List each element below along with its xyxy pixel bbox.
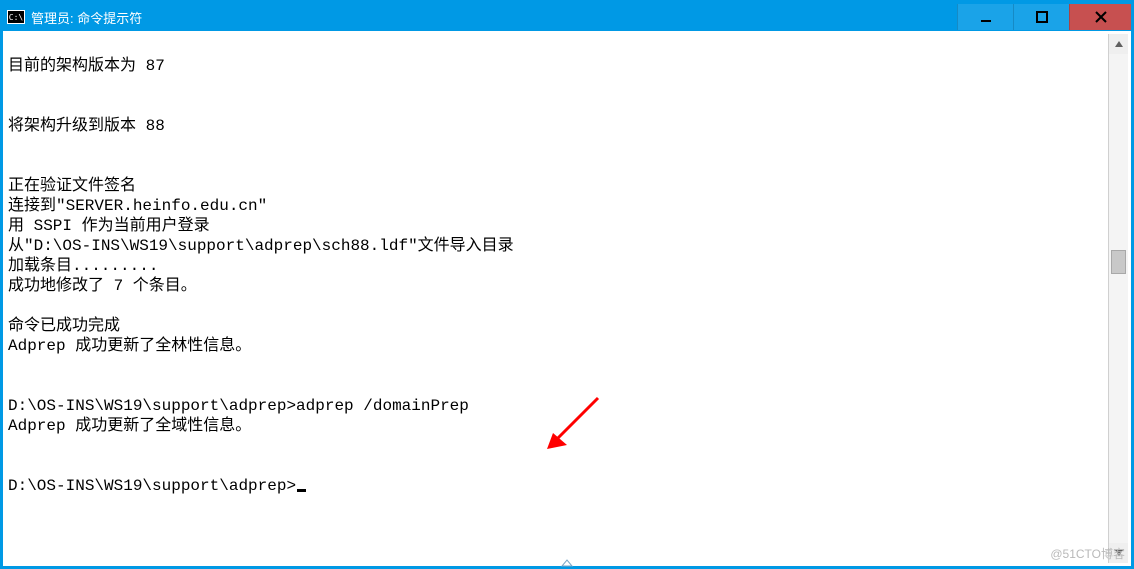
- scroll-up-button[interactable]: [1109, 34, 1128, 54]
- console-line: Adprep 成功更新了全域性信息。: [8, 416, 1104, 436]
- minimize-button[interactable]: [957, 4, 1013, 30]
- console-line: 连接到"SERVER.heinfo.edu.cn": [8, 196, 1104, 216]
- scroll-track[interactable]: [1109, 54, 1128, 543]
- cmd-icon: C:\: [7, 10, 25, 24]
- text-cursor: [297, 489, 306, 492]
- console-line: D:\OS-INS\WS19\support\adprep>adprep /do…: [8, 396, 1104, 416]
- titlebar[interactable]: C:\ 管理员: 命令提示符: [3, 3, 1131, 31]
- console-line: [8, 156, 1104, 176]
- console-output[interactable]: 目前的架构版本为 87 将架构升级到版本 88 正在验证文件签名连接到"SERV…: [6, 34, 1108, 563]
- console-line: [8, 376, 1104, 396]
- console-line: [8, 36, 1104, 56]
- console-line: 将架构升级到版本 88: [8, 116, 1104, 136]
- console-line: 用 SSPI 作为当前用户登录: [8, 216, 1104, 236]
- console-line: 命令已成功完成: [8, 316, 1104, 336]
- vertical-scrollbar[interactable]: [1108, 34, 1128, 563]
- maximize-button[interactable]: [1013, 4, 1069, 30]
- client-area: 目前的架构版本为 87 将架构升级到版本 88 正在验证文件签名连接到"SERV…: [6, 34, 1128, 563]
- close-button[interactable]: [1069, 4, 1131, 30]
- console-line: Adprep 成功更新了全林性信息。: [8, 336, 1104, 356]
- console-line: [8, 76, 1104, 96]
- console-line: 正在验证文件签名: [8, 176, 1104, 196]
- console-line: 目前的架构版本为 87: [8, 56, 1104, 76]
- console-line: 成功地修改了 7 个条目。: [8, 276, 1104, 296]
- console-line: D:\OS-INS\WS19\support\adprep>: [8, 476, 1104, 496]
- console-line: [8, 96, 1104, 116]
- window-title: 管理员: 命令提示符: [31, 8, 142, 27]
- resize-grip-icon[interactable]: [560, 558, 574, 568]
- console-line: [8, 296, 1104, 316]
- command-prompt-window: C:\ 管理员: 命令提示符 目前的架构版本为 87 将架构升级到版本 88 正…: [0, 0, 1134, 569]
- scroll-thumb[interactable]: [1111, 250, 1126, 274]
- console-line: 从"D:\OS-INS\WS19\support\adprep\sch88.ld…: [8, 236, 1104, 256]
- console-line: 加载条目.........: [8, 256, 1104, 276]
- console-line: [8, 356, 1104, 376]
- console-line: [8, 436, 1104, 456]
- console-line: [8, 456, 1104, 476]
- watermark-text: @51CTO博客: [1050, 545, 1125, 562]
- console-line: [8, 136, 1104, 156]
